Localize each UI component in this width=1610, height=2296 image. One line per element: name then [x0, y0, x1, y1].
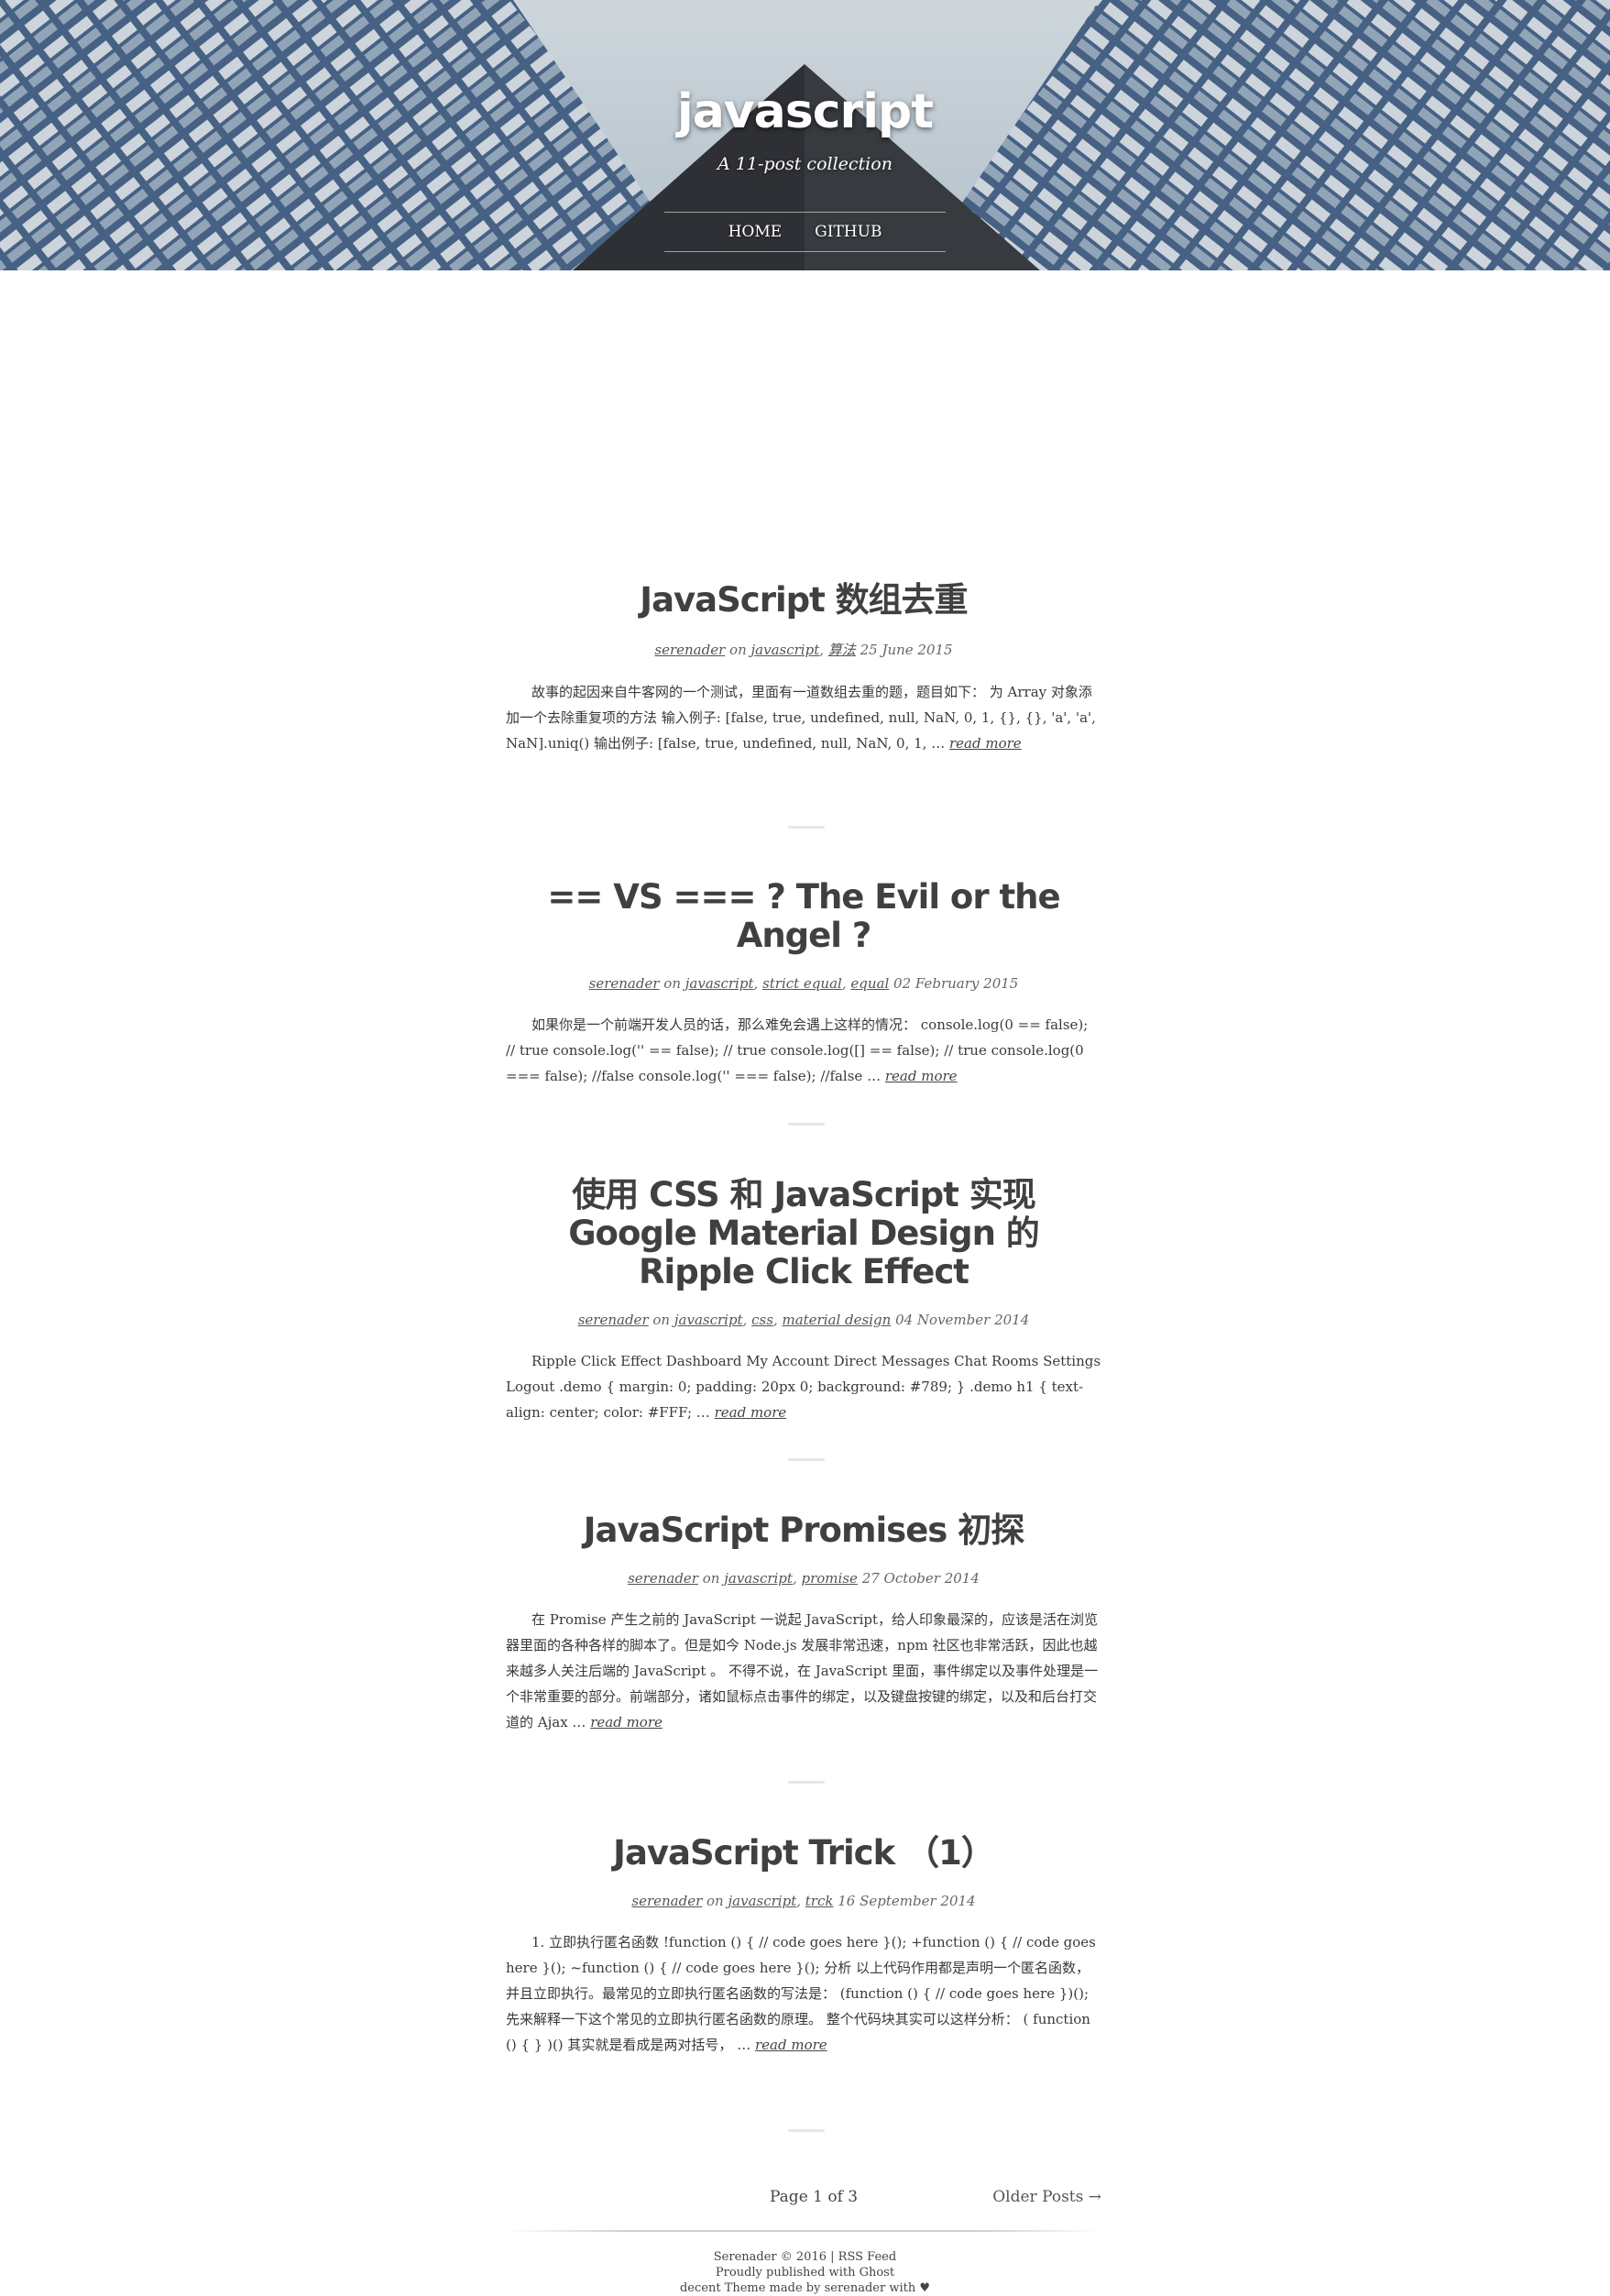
- post-divider: [788, 1123, 825, 1126]
- post-tag-link[interactable]: javascript: [685, 975, 754, 992]
- meta-on: on: [702, 1570, 720, 1587]
- post-divider: [788, 826, 825, 829]
- post-divider: [788, 1458, 825, 1461]
- post-item: JavaScript Trick （1） serenader on javasc…: [506, 1834, 1101, 2071]
- post-item: JavaScript 数组去重 serenader on javascript,…: [506, 581, 1101, 770]
- post-date: 04 November 2014: [895, 1312, 1030, 1328]
- footer-line-powered: Proudly published with Ghost: [0, 2265, 1610, 2280]
- meta-on: on: [663, 975, 681, 992]
- post-tag-link[interactable]: promise: [802, 1570, 858, 1587]
- powered-by-text: Proudly published with: [715, 2266, 856, 2280]
- post-title[interactable]: JavaScript Trick （1）: [506, 1834, 1101, 1873]
- post-date: 16 September 2014: [838, 1893, 976, 1909]
- post-tag-link[interactable]: css: [751, 1312, 773, 1328]
- post-tag-link[interactable]: javascript: [751, 642, 820, 658]
- post-meta: serenader on javascript, css, material d…: [577, 1312, 1030, 1328]
- post-excerpt: 1. 立即执行匿名函数 !function () { // code goes …: [506, 1929, 1101, 2058]
- theme-credit-text: decent Theme made by: [679, 2281, 821, 2295]
- footer-divider: [506, 2230, 1101, 2232]
- read-more-link[interactable]: read more: [755, 2037, 827, 2053]
- post-excerpt-text: 如果你是一个前端开发人员的话，那么难免会遇上这样的情况： console.log…: [506, 1016, 1089, 1084]
- nav-home-link[interactable]: HOME: [728, 223, 783, 241]
- post-meta: serenader on javascript, trck 16 Septemb…: [631, 1893, 976, 1909]
- site-footer: Serenader © 2016 | RSS Feed Proudly publ…: [0, 2249, 1610, 2296]
- older-posts-link[interactable]: Older Posts →: [992, 2188, 1101, 2206]
- post-author-link[interactable]: serenader: [589, 975, 660, 992]
- post-author-link[interactable]: serenader: [631, 1893, 702, 1909]
- heart-icon: with ♥: [889, 2281, 931, 2295]
- post-tag-link[interactable]: javascript: [728, 1893, 797, 1909]
- post-tag-link[interactable]: javascript: [724, 1570, 793, 1587]
- post-date: 25 June 2015: [860, 642, 953, 658]
- post-date: 02 February 2015: [893, 975, 1019, 992]
- post-excerpt-text: 在 Promise 产生之前的 JavaScript 一说起 JavaScrip…: [506, 1611, 1099, 1730]
- site-header: javascript A 11-post collection HOME GIT…: [0, 0, 1610, 270]
- rss-feed-link[interactable]: RSS Feed: [838, 2250, 897, 2264]
- post-author-link[interactable]: serenader: [628, 1570, 698, 1587]
- post-meta: serenader on javascript, strict equal, e…: [588, 975, 1019, 992]
- footer-line-theme: decent Theme made by serenader with ♥: [0, 2280, 1610, 2296]
- meta-on: on: [706, 1893, 724, 1909]
- post-excerpt: 故事的起因来自牛客网的一个测试，里面有一道数组去重的题，题目如下： 为 Arra…: [506, 679, 1101, 756]
- blog-title: javascript: [676, 84, 934, 139]
- post-tag-link[interactable]: trck: [805, 1893, 834, 1909]
- post-item: == VS === ? The Evil or the Angel ? sere…: [506, 878, 1101, 1103]
- post-title[interactable]: JavaScript Promises 初探: [506, 1511, 1101, 1550]
- footer-separator: |: [830, 2250, 835, 2264]
- post-date: 27 October 2014: [861, 1570, 980, 1587]
- post-excerpt-text: Ripple Click Effect Dashboard My Account…: [506, 1353, 1101, 1421]
- post-divider: [788, 1781, 825, 1784]
- post-title[interactable]: == VS === ? The Evil or the Angel ?: [506, 878, 1101, 955]
- post-tag-link[interactable]: 算法: [828, 642, 856, 658]
- theme-author-link[interactable]: serenader: [825, 2281, 886, 2295]
- post-author-link[interactable]: serenader: [654, 642, 725, 658]
- post-divider: [788, 2129, 825, 2132]
- main-nav: HOME GITHUB: [664, 212, 946, 252]
- read-more-link[interactable]: read more: [885, 1068, 958, 1084]
- meta-on: on: [729, 642, 747, 658]
- nav-github-link[interactable]: GITHUB: [815, 223, 882, 241]
- blog-description: A 11-post collection: [717, 154, 893, 174]
- copyright-text: Serenader © 2016: [713, 2250, 827, 2264]
- post-tag-link[interactable]: javascript: [674, 1312, 743, 1328]
- post-title[interactable]: 使用 CSS 和 JavaScript 实现 Google Material D…: [506, 1176, 1101, 1291]
- post-item: 使用 CSS 和 JavaScript 实现 Google Material D…: [506, 1176, 1101, 1439]
- read-more-link[interactable]: read more: [715, 1404, 787, 1421]
- post-tag-link[interactable]: strict equal: [762, 975, 842, 992]
- footer-line-copyright: Serenader © 2016 | RSS Feed: [0, 2249, 1610, 2265]
- read-more-link[interactable]: read more: [590, 1714, 663, 1730]
- pagination: Page 1 of 3 Older Posts →: [506, 2188, 1101, 2215]
- post-item: JavaScript Promises 初探 serenader on java…: [506, 1511, 1101, 1749]
- post-tag-link[interactable]: material design: [782, 1312, 891, 1328]
- meta-on: on: [652, 1312, 671, 1328]
- post-meta: serenader on javascript, promise 27 Octo…: [628, 1570, 980, 1587]
- post-author-link[interactable]: serenader: [578, 1312, 649, 1328]
- page-number: Page 1 of 3: [770, 2188, 859, 2206]
- post-meta: serenader on javascript, 算法 25 June 2015: [654, 642, 953, 658]
- post-title[interactable]: JavaScript 数组去重: [506, 581, 1101, 620]
- ghost-link[interactable]: Ghost: [860, 2266, 894, 2280]
- read-more-link[interactable]: read more: [949, 735, 1022, 752]
- post-excerpt: 如果你是一个前端开发人员的话，那么难免会遇上这样的情况： console.log…: [506, 1012, 1101, 1089]
- post-excerpt: Ripple Click Effect Dashboard My Account…: [506, 1348, 1101, 1425]
- post-excerpt-text: 1. 立即执行匿名函数 !function () { // code goes …: [506, 1934, 1096, 2053]
- post-tag-link[interactable]: equal: [850, 975, 889, 992]
- post-excerpt: 在 Promise 产生之前的 JavaScript 一说起 JavaScrip…: [506, 1607, 1101, 1735]
